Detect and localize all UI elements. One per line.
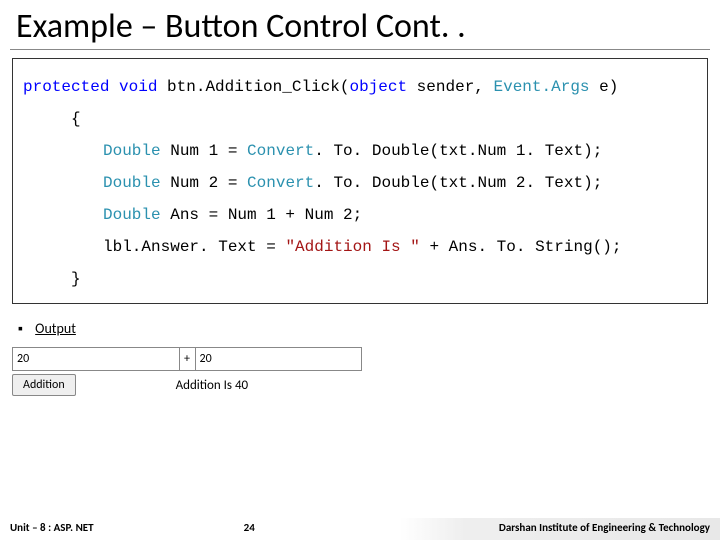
addition-button[interactable]: Addition — [12, 374, 76, 396]
code-text: btn.Addition_Click( — [157, 78, 349, 96]
footer: Unit – 8 : ASP. NET 24 Darshan Institute… — [0, 514, 720, 540]
code-text: . To. Double(txt.Num 2. Text); — [314, 174, 602, 192]
code-text: Ans = Num 1 + Num 2; — [161, 206, 363, 224]
code-text: Num 1 = — [161, 142, 247, 160]
output-heading-row: ▪ Output — [0, 318, 720, 347]
code-brace-close: } — [23, 263, 697, 295]
code-text: + Ans. To. String(); — [420, 238, 622, 256]
footer-page-number: 24 — [94, 521, 499, 534]
string-literal: "Addition Is " — [285, 238, 419, 256]
footer-unit: Unit – 8 : ASP. NET — [10, 521, 94, 534]
class-eventargs: Event.Args — [494, 78, 590, 96]
code-text: e) — [590, 78, 619, 96]
class-convert: Convert — [247, 174, 314, 192]
result-label: Addition Is 40 — [176, 378, 249, 393]
slide-title: Example – Button Control Cont. . — [0, 0, 720, 49]
keyword-object: object — [349, 78, 407, 96]
num2-input[interactable]: 20 — [196, 348, 362, 370]
code-line-1: protected void btn.Addition_Click(object… — [23, 71, 697, 103]
code-block: protected void btn.Addition_Click(object… — [12, 58, 708, 304]
keyword-protected: protected — [23, 78, 109, 96]
keyword-void: void — [119, 78, 157, 96]
output-heading: Output — [35, 320, 76, 337]
plus-label: + — [180, 348, 196, 370]
code-line-2: Double Num 1 = Convert. To. Double(txt.N… — [23, 135, 697, 167]
class-double: Double — [103, 206, 161, 224]
code-text: . To. Double(txt.Num 1. Text); — [314, 142, 602, 160]
code-line-3: Double Num 2 = Convert. To. Double(txt.N… — [23, 167, 697, 199]
title-underline — [10, 49, 710, 50]
code-text: lbl.Answer. Text = — [103, 238, 285, 256]
bullet-icon: ▪ — [18, 320, 32, 337]
class-double: Double — [103, 174, 161, 192]
demo-result-row: Addition Addition Is 40 — [12, 374, 708, 396]
output-demo: 20 + 20 Addition Addition Is 40 — [12, 347, 708, 396]
code-line-4: Double Ans = Num 1 + Num 2; — [23, 199, 697, 231]
code-line-5: lbl.Answer. Text = "Addition Is " + Ans.… — [23, 231, 697, 263]
footer-institute: Darshan Institute of Engineering & Techn… — [499, 521, 710, 534]
class-convert: Convert — [247, 142, 314, 160]
code-text: sender, — [407, 78, 493, 96]
code-brace-open: { — [23, 103, 697, 135]
num1-input[interactable]: 20 — [13, 348, 180, 370]
demo-input-row: 20 + 20 — [12, 347, 362, 371]
code-text: Num 2 = — [161, 174, 247, 192]
class-double: Double — [103, 142, 161, 160]
